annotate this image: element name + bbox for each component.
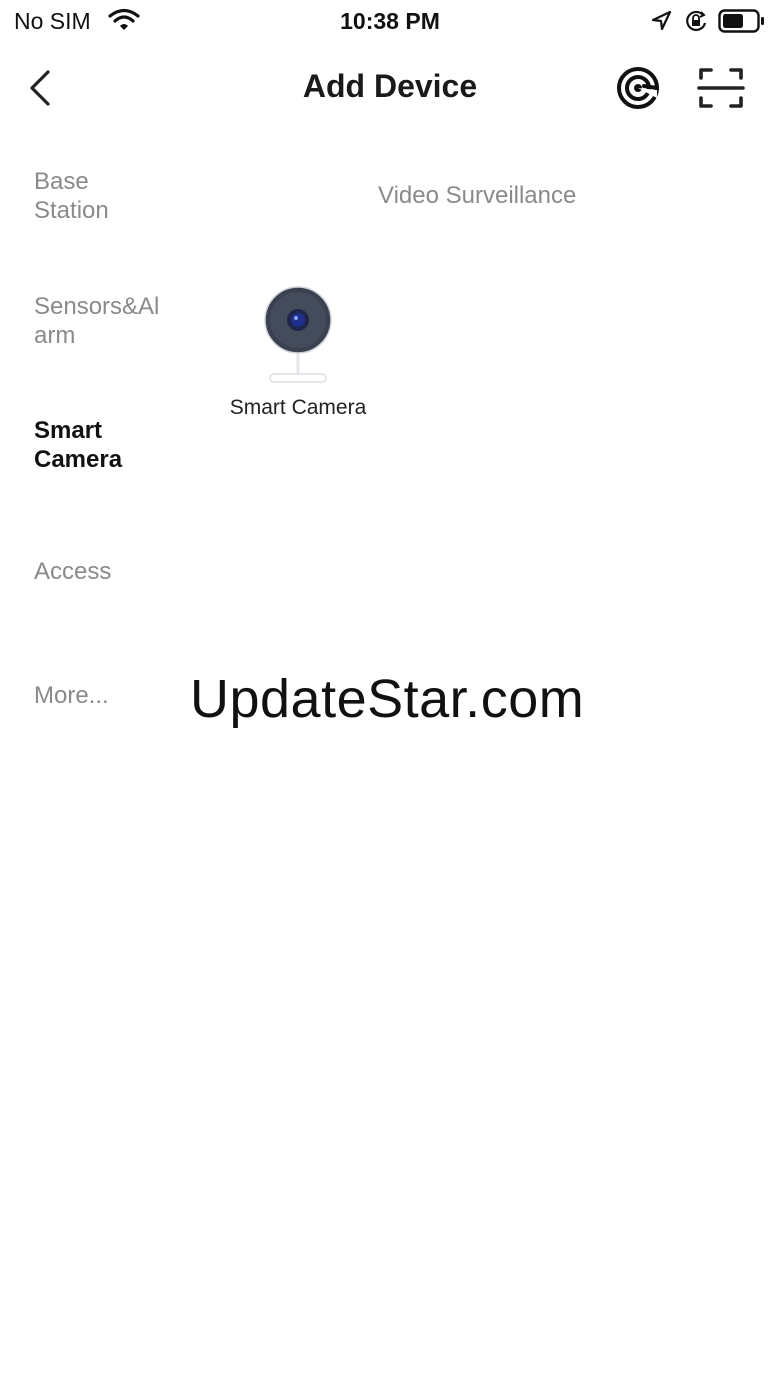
sidebar-item-label: Camera — [34, 446, 123, 473]
sidebar-item-access[interactable]: Access — [34, 557, 184, 586]
qr-scan-button[interactable] — [697, 66, 745, 110]
device-label: Smart Camera — [229, 396, 367, 419]
sidebar-item-more[interactable]: More... — [34, 681, 184, 710]
battery-icon — [718, 8, 766, 39]
sidebar-item-label: arm — [34, 322, 76, 349]
sidebar-item-label: Station — [34, 197, 109, 224]
status-bar: No SIM 10:38 PM — [0, 0, 780, 44]
auto-scan-button[interactable] — [614, 64, 662, 112]
sidebar-item-label: Base — [34, 168, 89, 195]
radar-target-icon — [617, 67, 659, 109]
location-arrow-icon — [650, 10, 672, 37]
sidebar-item-smart-camera[interactable]: Smart Camera — [34, 416, 184, 474]
rotation-lock-icon — [683, 9, 709, 38]
sidebar-item-label: Smart — [34, 417, 103, 444]
page-title: Add Device — [302, 68, 478, 104]
sidebar-item-sensors-alarm[interactable]: Sensors&Al arm — [34, 292, 184, 350]
smart-camera-icon — [262, 284, 334, 393]
sidebar-item-label: Access — [34, 558, 112, 585]
watermark: UpdateStar.com — [190, 669, 585, 729]
sidebar-item-label: More... — [34, 682, 109, 709]
device-tile-smart-camera[interactable]: Smart Camera — [218, 282, 378, 422]
section-title: Video Surveillance — [378, 182, 577, 209]
scan-frame-icon — [697, 68, 745, 108]
sidebar-item-label: Sensors&Al — [34, 293, 160, 320]
sidebar-item-base-station[interactable]: Base Station — [34, 167, 184, 225]
